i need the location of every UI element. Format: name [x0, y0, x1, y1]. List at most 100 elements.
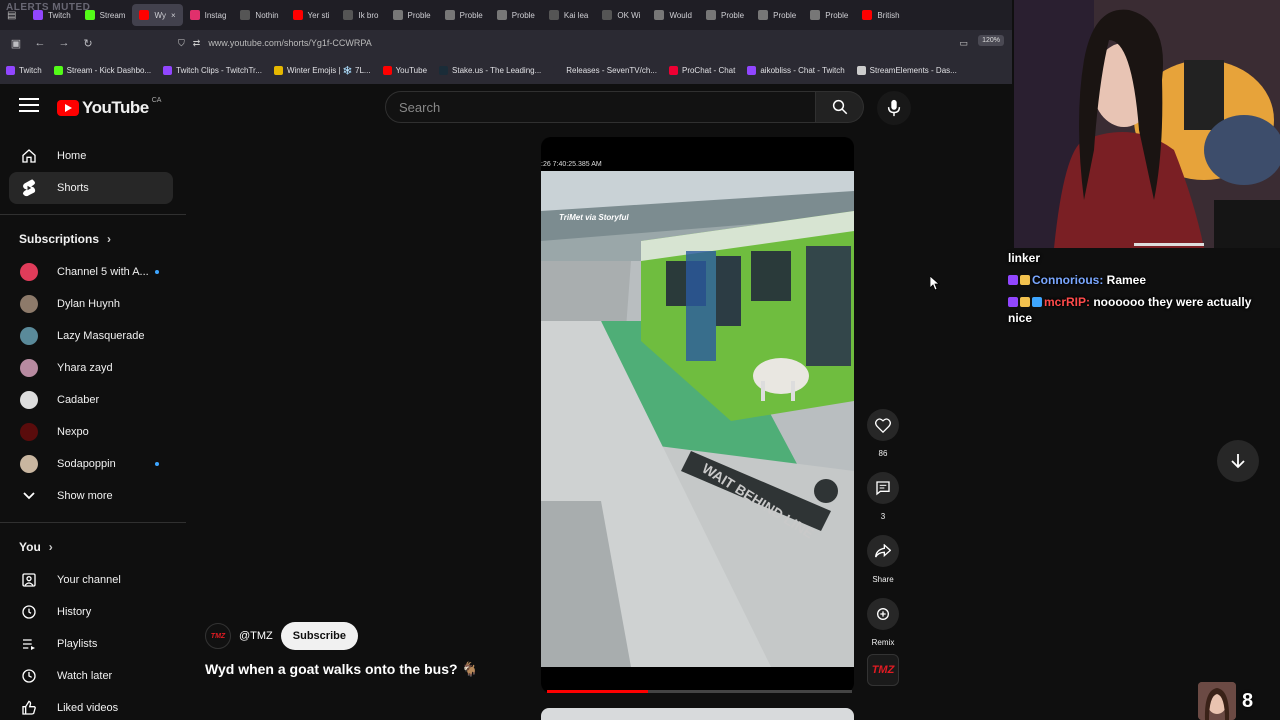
share-button[interactable]: Share: [867, 535, 899, 584]
chevron-down-icon: [20, 487, 38, 505]
voice-search-button[interactable]: [877, 91, 911, 125]
browser-tab[interactable]: OK Wi: [595, 0, 647, 30]
search-input[interactable]: [386, 92, 815, 122]
comments-button[interactable]: 3: [867, 472, 899, 521]
video-progress-bar[interactable]: [547, 690, 852, 693]
next-short-preview[interactable]: [541, 708, 854, 720]
url-text: www.youtube.com/shorts/Yg1f-CCWRPA: [208, 38, 372, 48]
short-title[interactable]: Wyd when a goat walks onto the bus? 🐐: [205, 661, 479, 678]
bookmark-item[interactable]: YouTube: [382, 65, 427, 75]
remix-button[interactable]: Remix: [867, 598, 899, 647]
mouse-cursor-icon: [930, 276, 940, 291]
subscription-item[interactable]: Sodapoppin: [9, 448, 173, 480]
subscription-item[interactable]: Lazy Masquerade: [9, 320, 173, 352]
tab-favicon-icon: [139, 10, 150, 20]
channel-handle[interactable]: @TMZ: [239, 630, 273, 642]
sidebar-item-label: Watch later: [57, 670, 113, 682]
sidebar-item-playlists[interactable]: Playlists: [9, 628, 173, 660]
streamer-webcam: [1014, 0, 1280, 248]
screen: ALERTS MUTED ▤ Twitch Stream Wy × Instag Noth…: [0, 0, 1280, 720]
chat-badge-icon: [1020, 297, 1030, 307]
video-frame[interactable]: WAIT BEHIND LINE TriMet via Storyful: [541, 171, 854, 667]
reload-icon[interactable]: ↻: [76, 37, 100, 50]
subscription-item[interactable]: Cadaber: [9, 384, 173, 416]
bookmark-item[interactable]: Stream - Kick Dashbo...: [53, 65, 151, 75]
close-tab-icon[interactable]: ×: [171, 11, 176, 20]
youtube-wordmark: YouTube: [82, 98, 149, 117]
bookmark-item[interactable]: Winter Emojis | ❄️ 7L...: [273, 65, 371, 75]
sidebar-item-home[interactable]: Home: [9, 140, 173, 172]
sidebar-item-history[interactable]: History: [9, 596, 173, 628]
comment-icon: [867, 472, 899, 504]
back-icon[interactable]: ←: [28, 37, 52, 49]
bookmark-item[interactable]: ProChat - Chat: [668, 65, 735, 75]
forward-icon[interactable]: →: [52, 37, 76, 49]
bookmark-item[interactable]: aikobliss - Chat - Twitch: [747, 65, 845, 75]
sidebar-item-your-channel[interactable]: Your channel: [9, 564, 173, 596]
tab-label: British: [877, 10, 900, 20]
video-timestamp-overlay: :26 7:40:25.385 AM: [541, 161, 602, 168]
tab-favicon-icon: [444, 10, 455, 20]
bookmark-label: aikobliss - Chat - Twitch: [760, 65, 845, 75]
reader-view-icon[interactable]: ▭: [959, 38, 968, 49]
bookmark-item[interactable]: Releases - SevenTV/ch...: [553, 65, 657, 75]
permissions-icon[interactable]: ⇄: [193, 38, 201, 49]
browser-tab[interactable]: Ik bro: [336, 0, 385, 30]
bookmark-favicon-icon: [53, 65, 63, 75]
clock-icon: [20, 667, 38, 685]
browser-toolbar: ▣ ← → ↻ ⛉ ⇄ www.youtube.com/shorts/Yg1f-…: [0, 30, 1012, 56]
subscription-item[interactable]: Yhara zayd: [9, 352, 173, 384]
browser-tab[interactable]: Wy ×: [132, 4, 183, 26]
show-more-button[interactable]: Show more: [9, 480, 173, 512]
like-count: 86: [878, 449, 888, 458]
chevron-right-icon: ›: [107, 232, 112, 246]
browser-tab[interactable]: Proble: [490, 0, 542, 30]
browser-tab[interactable]: Proble: [751, 0, 803, 30]
browser-tab[interactable]: Proble: [699, 0, 751, 30]
bookmark-item[interactable]: Stake.us - The Leading...: [439, 65, 541, 75]
chat-username: mcrRIP:: [1044, 295, 1091, 309]
tab-label: Nothin: [255, 10, 279, 20]
youtube-logo[interactable]: YouTube CA: [57, 97, 161, 118]
microphone-icon: [887, 99, 901, 117]
you-header[interactable]: You ›: [19, 540, 53, 554]
browser-tab[interactable]: Yer sti: [286, 0, 337, 30]
subscription-item[interactable]: Dylan Huynh: [9, 288, 173, 320]
browser-tab[interactable]: British: [855, 0, 906, 30]
browser-tab[interactable]: Instag: [183, 0, 234, 30]
zoom-level-badge[interactable]: 120%: [978, 35, 1004, 46]
url-bar[interactable]: ⛉ ⇄ www.youtube.com/shorts/Yg1f-CCWRPA ▭: [178, 33, 1008, 53]
browser-tab[interactable]: Kai lea: [542, 0, 595, 30]
tab-label: Proble: [773, 10, 797, 20]
sound-thumbnail[interactable]: TMZ: [867, 654, 899, 686]
shorts-player[interactable]: :26 7:40:25.385 AM WAIT BEHIND LINE TriM…: [541, 137, 854, 693]
subscription-item[interactable]: Nexpo: [9, 416, 173, 448]
subscribe-button[interactable]: Subscribe: [280, 622, 358, 650]
bookmark-favicon-icon: [382, 65, 392, 75]
tab-label: Proble: [720, 10, 745, 20]
search-button[interactable]: [816, 91, 864, 123]
alerts-muted-overlay: ALERTS MUTED: [6, 2, 91, 13]
sidebar-item-liked-videos[interactable]: Liked videos: [9, 692, 173, 720]
remix-icon: [867, 598, 899, 630]
sidebar-item-watch-later[interactable]: Watch later: [9, 660, 173, 692]
sidebar-toggle-icon[interactable]: ▣: [4, 37, 28, 50]
sidebar-item-label: Home: [57, 150, 87, 162]
bookmark-item[interactable]: Twitch: [6, 65, 42, 75]
sidebar-divider: [0, 522, 186, 523]
search-box: [385, 91, 816, 123]
like-button[interactable]: 86: [867, 409, 899, 458]
subscriptions-header[interactable]: Subscriptions ›: [19, 232, 111, 246]
channel-avatar[interactable]: TMZ: [205, 623, 231, 649]
browser-tab[interactable]: Proble: [803, 0, 855, 30]
guide-menu-button[interactable]: [19, 98, 39, 114]
browser-tab[interactable]: Proble: [438, 0, 490, 30]
browser-tab[interactable]: Nothin: [233, 0, 285, 30]
bookmark-item[interactable]: StreamElements - Das...: [856, 65, 957, 75]
sidebar-item-shorts[interactable]: Shorts: [9, 172, 173, 204]
next-short-button[interactable]: [1217, 440, 1259, 482]
subscription-item[interactable]: Channel 5 with A...: [9, 256, 173, 288]
browser-tab[interactable]: Proble: [386, 0, 438, 30]
browser-tab[interactable]: Would: [647, 0, 699, 30]
bookmark-item[interactable]: Twitch Clips - TwitchTr...: [163, 65, 262, 75]
